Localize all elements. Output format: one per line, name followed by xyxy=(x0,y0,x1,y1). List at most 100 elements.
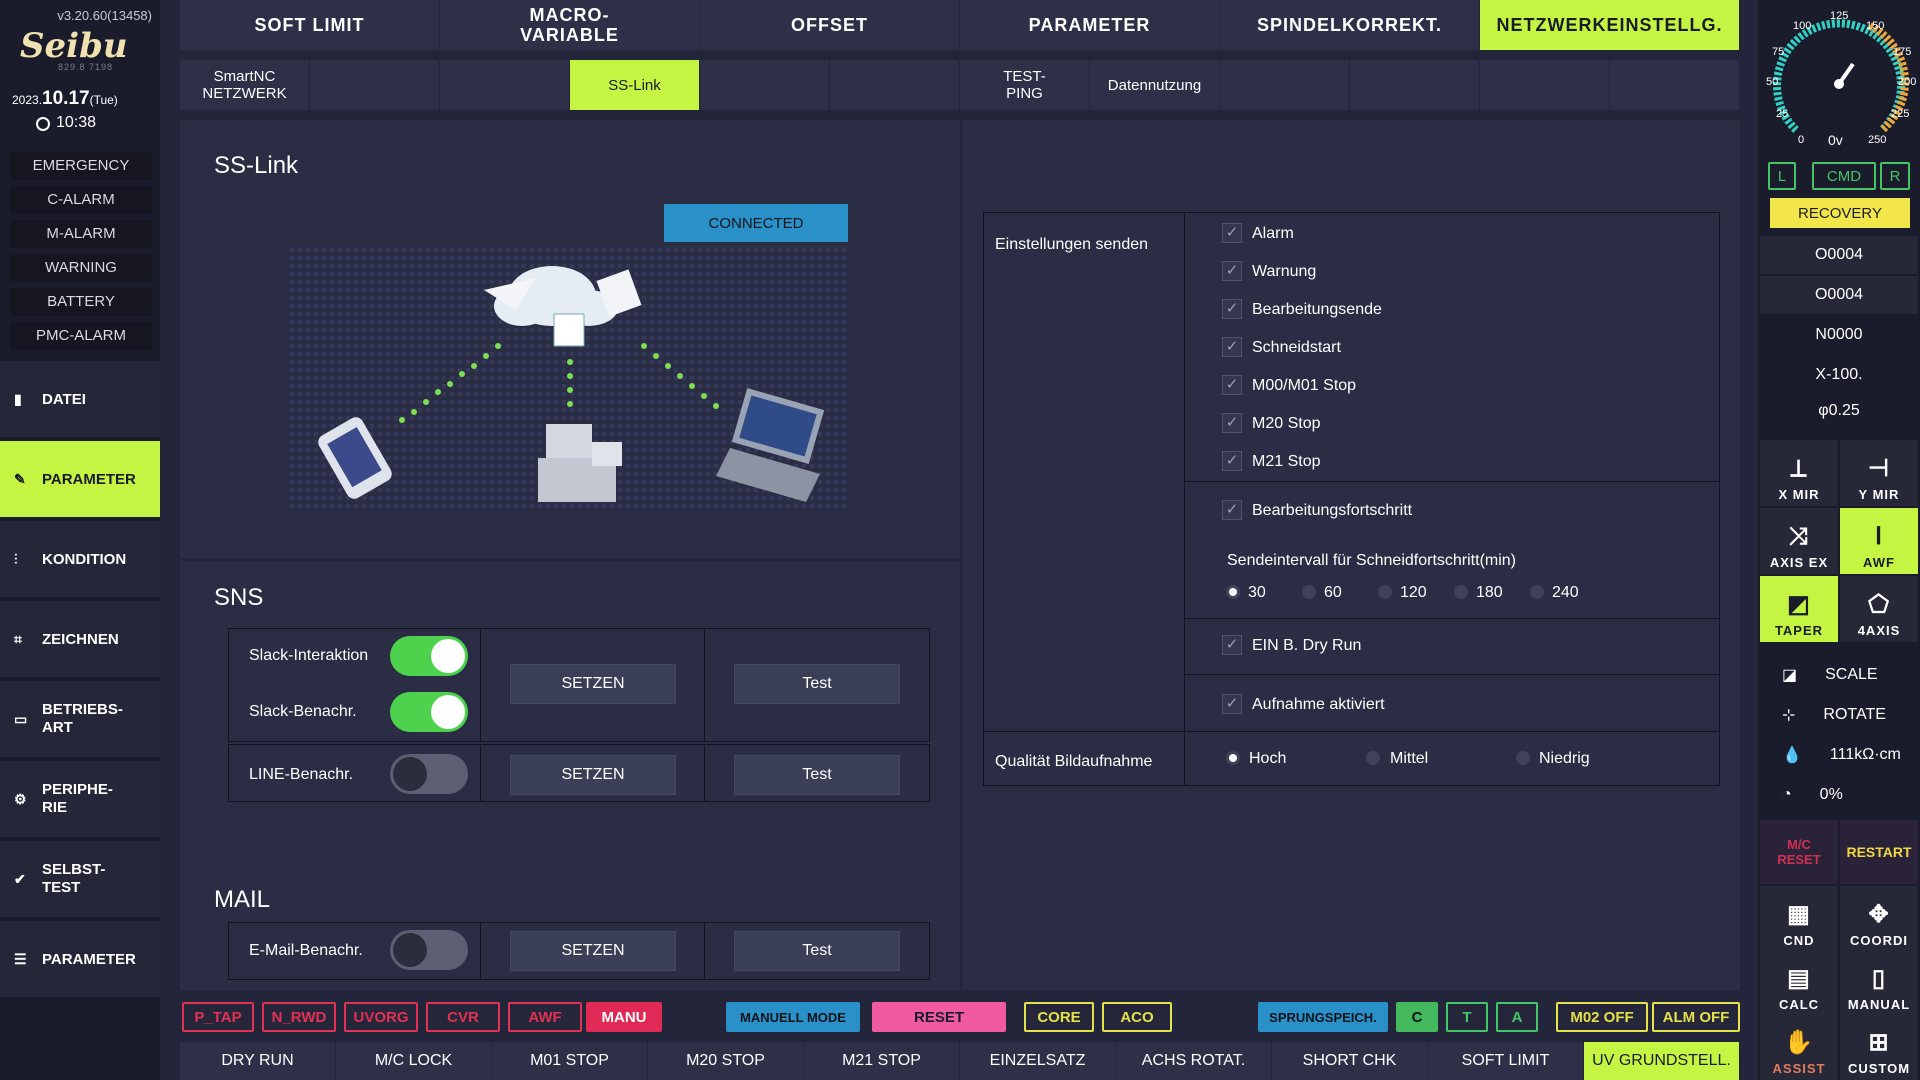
awf-button[interactable]: AWF xyxy=(508,1002,582,1032)
m21-checkbox[interactable]: ✓ xyxy=(1222,451,1242,471)
quality-hoch-radio[interactable] xyxy=(1226,751,1240,765)
a-button[interactable]: A xyxy=(1496,1002,1538,1032)
p-tap-button[interactable]: P_TAP xyxy=(182,1002,254,1032)
slack-notify-toggle[interactable] xyxy=(390,692,468,732)
subtab-empty-2[interactable] xyxy=(440,60,570,110)
uv-grundstell-button[interactable]: UV GRUNDSTELL. xyxy=(1584,1042,1740,1080)
tab-macro-variable[interactable]: MACRO- VARIABLE xyxy=(440,0,700,50)
nav-parameter[interactable]: ✎ PARAMETER xyxy=(0,441,160,519)
uvorg-button[interactable]: UVORG xyxy=(344,1002,418,1032)
nav-zeichnen[interactable]: ⌗ ZEICHNEN xyxy=(0,601,160,679)
m21-stop-button[interactable]: M21 STOP xyxy=(804,1042,960,1080)
alm-off-button[interactable]: ALM OFF xyxy=(1652,1002,1740,1032)
subtab-empty-3[interactable] xyxy=(700,60,830,110)
assist-button[interactable]: ✋ ASSIST xyxy=(1760,1014,1838,1080)
email-set-button[interactable]: SETZEN xyxy=(510,931,676,971)
taper-button[interactable]: ◩ TAPER xyxy=(1760,576,1838,642)
subtab-empty-8[interactable] xyxy=(1610,60,1740,110)
c-button[interactable]: C xyxy=(1396,1002,1438,1032)
manual-button[interactable]: ▯ MANUAL xyxy=(1840,950,1918,1016)
slack-interaction-toggle[interactable] xyxy=(390,636,468,676)
awf-tool-button[interactable]: Ⅰ AWF xyxy=(1840,508,1918,574)
axis-ex-button[interactable]: ⤨ AXIS EX xyxy=(1760,508,1838,574)
schneidstart-checkbox[interactable]: ✓ xyxy=(1222,337,1242,357)
einzelsatz-button[interactable]: EINZELSATZ xyxy=(960,1042,1116,1080)
m02-off-button[interactable]: M02 OFF xyxy=(1556,1002,1648,1032)
y-mir-button[interactable]: ⊣ Y MIR xyxy=(1840,440,1918,506)
subtab-empty-1[interactable] xyxy=(310,60,440,110)
rotate-row[interactable]: ⊹ ROTATE xyxy=(1760,696,1918,734)
m20-stop-button[interactable]: M20 STOP xyxy=(648,1042,804,1080)
restart-button[interactable]: RESTART xyxy=(1840,820,1918,884)
aco-button[interactable]: ACO xyxy=(1102,1002,1172,1032)
4axis-button[interactable]: ⬠ 4AXIS xyxy=(1840,576,1918,642)
mc-lock-button[interactable]: M/C LOCK xyxy=(336,1042,492,1080)
calc-button[interactable]: ▤ CALC xyxy=(1760,950,1838,1016)
nav-peripherie[interactable]: ⚙ PERIPHE- RIE xyxy=(0,761,160,839)
subtab-testping[interactable]: TEST- PING xyxy=(960,60,1090,110)
x-mir-button[interactable]: ⟂ X MIR xyxy=(1760,440,1838,506)
email-notify-toggle[interactable] xyxy=(390,930,468,970)
interval-180-radio[interactable] xyxy=(1454,585,1468,599)
quality-mittel-radio[interactable] xyxy=(1366,751,1380,765)
short-chk-button[interactable]: SHORT CHK xyxy=(1272,1042,1428,1080)
interval-30-radio[interactable] xyxy=(1226,585,1240,599)
cnd-button[interactable]: ▦ CND xyxy=(1760,886,1838,952)
m01-stop-button[interactable]: M01 STOP xyxy=(492,1042,648,1080)
reset-button[interactable]: RESET xyxy=(872,1002,1006,1032)
interval-240-radio[interactable] xyxy=(1530,585,1544,599)
subtab-empty-6[interactable] xyxy=(1350,60,1480,110)
dryrun-checkbox[interactable]: ✓ xyxy=(1222,635,1242,655)
tab-soft-limit[interactable]: SOFT LIMIT xyxy=(180,0,440,50)
m20-checkbox[interactable]: ✓ xyxy=(1222,413,1242,433)
quality-niedrig-radio[interactable] xyxy=(1516,751,1530,765)
achs-rotat-button[interactable]: ACHS ROTAT. xyxy=(1116,1042,1272,1080)
slack-test-button[interactable]: Test xyxy=(734,664,900,704)
nav-kondition[interactable]: ⫶ KONDITION xyxy=(0,521,160,599)
subtab-empty-7[interactable] xyxy=(1480,60,1610,110)
custom-button[interactable]: ⊞ CUSTOM xyxy=(1840,1014,1918,1080)
line-set-button[interactable]: SETZEN xyxy=(510,755,676,795)
interval-60-radio[interactable] xyxy=(1302,585,1316,599)
tab-parameter[interactable]: PARAMETER xyxy=(960,0,1220,50)
manuell-mode-button[interactable]: MANUELL MODE xyxy=(726,1002,860,1032)
l-button[interactable]: L xyxy=(1768,162,1796,190)
interval-120-radio[interactable] xyxy=(1378,585,1392,599)
cvr-button[interactable]: CVR xyxy=(426,1002,500,1032)
subtab-datennutzung[interactable]: Datennutzung xyxy=(1090,60,1220,110)
coordi-button[interactable]: ✥ COORDI xyxy=(1840,886,1918,952)
core-button[interactable]: CORE xyxy=(1024,1002,1094,1032)
r-button[interactable]: R xyxy=(1880,162,1910,190)
tab-netzwerkeinstellg[interactable]: NETZWERKEINSTELLG. xyxy=(1480,0,1740,50)
mc-reset-button[interactable]: M/C RESET xyxy=(1760,820,1838,884)
subtab-empty-4[interactable] xyxy=(830,60,960,110)
cmd-button[interactable]: CMD xyxy=(1812,162,1876,190)
soft-limit-button[interactable]: SOFT LIMIT xyxy=(1428,1042,1584,1080)
manu-button[interactable]: MANU xyxy=(586,1002,662,1032)
slack-set-button[interactable]: SETZEN xyxy=(510,664,676,704)
m00m01-checkbox[interactable]: ✓ xyxy=(1222,375,1242,395)
subtab-smartnc[interactable]: SmartNC NETZWERK xyxy=(180,60,310,110)
dry-run-button[interactable]: DRY RUN xyxy=(180,1042,336,1080)
sprungspeich-button[interactable]: SPRUNGSPEICH. xyxy=(1258,1002,1388,1032)
nav-datei[interactable]: ▮ DATEI xyxy=(0,361,160,439)
line-test-button[interactable]: Test xyxy=(734,755,900,795)
recovery-button[interactable]: RECOVERY xyxy=(1770,198,1910,228)
nav-betriebsart[interactable]: ▭ BETRIEBS- ART xyxy=(0,681,160,759)
line-notify-toggle[interactable] xyxy=(390,754,468,794)
t-button[interactable]: T xyxy=(1446,1002,1488,1032)
email-test-button[interactable]: Test xyxy=(734,931,900,971)
subtab-sslink[interactable]: SS-Link xyxy=(570,60,700,110)
bearbeitungsende-checkbox[interactable]: ✓ xyxy=(1222,299,1242,319)
tab-offset[interactable]: OFFSET xyxy=(700,0,960,50)
subtab-empty-5[interactable] xyxy=(1220,60,1350,110)
alarm-checkbox[interactable]: ✓ xyxy=(1222,223,1242,243)
tab-spindelkorrekt[interactable]: SPINDELKORREKT. xyxy=(1220,0,1480,50)
nav-selbsttest[interactable]: ✔ SELBST- TEST xyxy=(0,841,160,919)
scale-row[interactable]: ◪ SCALE xyxy=(1760,656,1918,694)
progress-checkbox[interactable]: ✓ xyxy=(1222,500,1242,520)
recording-checkbox[interactable]: ✓ xyxy=(1222,694,1242,714)
warnung-checkbox[interactable]: ✓ xyxy=(1222,261,1242,281)
n-rwd-button[interactable]: N_RWD xyxy=(262,1002,336,1032)
nav-parameter-2[interactable]: ☰ PARAMETER xyxy=(0,921,160,999)
